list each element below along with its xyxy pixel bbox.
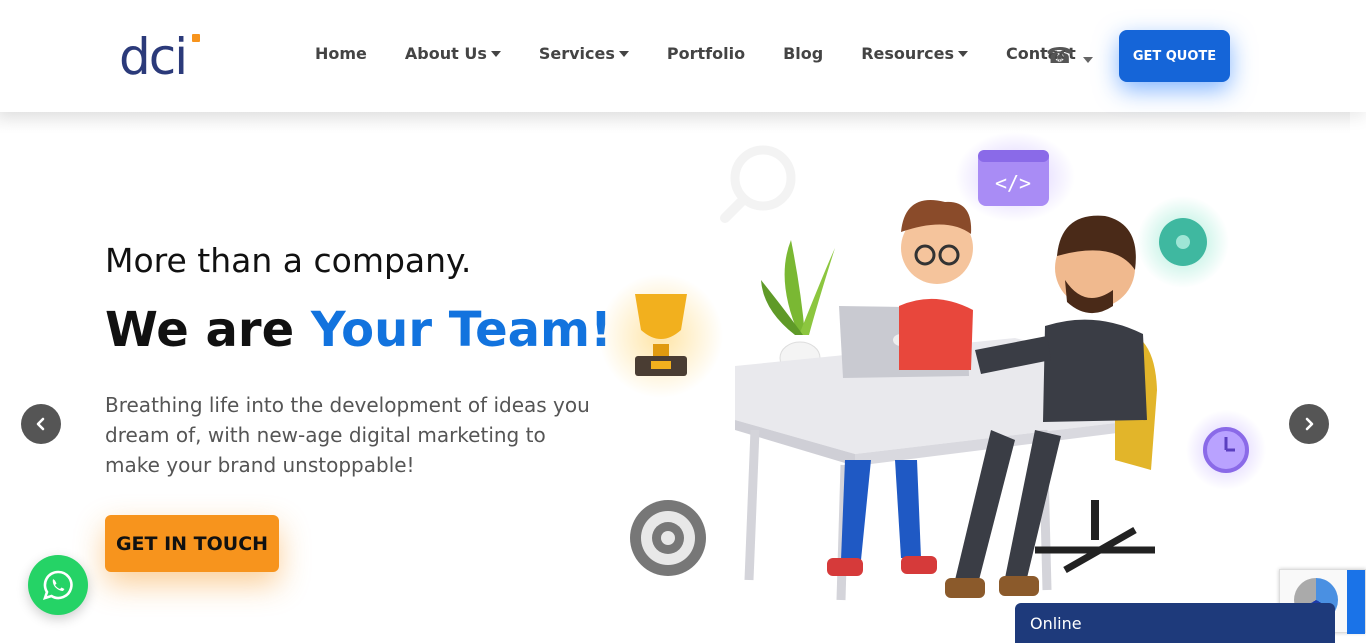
whatsapp-icon xyxy=(42,570,73,600)
headline-accent: Your Team! xyxy=(310,302,612,358)
hero-headline: We are Your Team! xyxy=(105,302,612,358)
logo-text: dci xyxy=(119,28,188,86)
caret-down-icon xyxy=(1083,56,1094,63)
nav-about-us-label: About Us xyxy=(404,44,487,63)
caret-down-icon xyxy=(958,50,969,57)
hero-illustration: </> xyxy=(599,132,1266,601)
nav-resources[interactable]: Resources xyxy=(861,44,969,63)
nav-portfolio-label: Portfolio xyxy=(666,44,746,63)
nav-resources-label: Resources xyxy=(861,44,955,63)
trophy-icon xyxy=(599,274,723,398)
code-window-icon: </> xyxy=(955,132,1075,222)
carousel-next-button[interactable] xyxy=(1289,404,1329,444)
nav-blog-label: Blog xyxy=(783,44,824,63)
whatsapp-button[interactable] xyxy=(28,555,88,615)
chat-status: Online xyxy=(1030,614,1082,633)
hero-tagline: More than a company. xyxy=(105,241,472,280)
chat-widget-bar[interactable]: Online xyxy=(1015,603,1335,643)
carousel-prev-button[interactable] xyxy=(21,404,61,444)
site-header: dci Home About Us Services Portfolio Blo… xyxy=(0,0,1366,112)
chevron-right-icon xyxy=(1305,417,1314,431)
plant xyxy=(761,240,835,375)
headline-prefix: We are xyxy=(105,302,311,358)
nav-services[interactable]: Services xyxy=(539,44,629,63)
clock-icon xyxy=(1186,410,1266,490)
target-icon xyxy=(630,500,706,576)
logo[interactable]: dci xyxy=(119,32,200,82)
caret-down-icon xyxy=(618,50,629,57)
nav-home-label: Home xyxy=(315,44,367,63)
phone-icon: ☎ xyxy=(1046,44,1074,69)
hero-description: Breathing life into the development of i… xyxy=(105,393,590,477)
get-in-touch-button[interactable]: GET IN TOUCH xyxy=(105,515,279,572)
nav-home[interactable]: Home xyxy=(315,44,367,63)
svg-text:</>: </> xyxy=(995,171,1031,195)
nav-blog[interactable]: Blog xyxy=(783,44,823,63)
nav-services-label: Services xyxy=(538,44,615,63)
main-nav: Home About Us Services Portfolio Blog Re… xyxy=(315,44,1076,63)
chevron-left-icon xyxy=(36,417,45,431)
nav-portfolio[interactable]: Portfolio xyxy=(667,44,745,63)
nav-about-us[interactable]: About Us xyxy=(405,44,501,63)
caret-down-icon xyxy=(490,50,501,57)
gear-icon xyxy=(1137,196,1229,288)
magnifier-icon xyxy=(720,145,796,223)
phone-dropdown[interactable]: ☎ xyxy=(1046,44,1094,69)
get-quote-button[interactable]: GET QUOTE xyxy=(1119,30,1230,82)
recaptcha-side-tab xyxy=(1347,570,1365,634)
logo-dot xyxy=(192,34,200,42)
